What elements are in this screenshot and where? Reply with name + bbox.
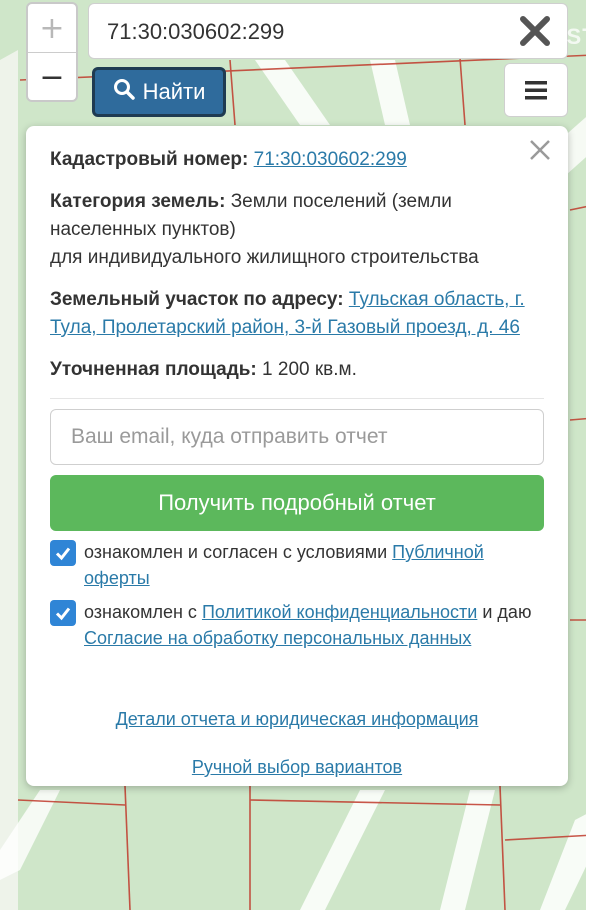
details-link[interactable]: Детали отчета и юридическая информация <box>116 709 479 729</box>
manual-selection-link[interactable]: Ручной выбор вариантов <box>192 757 402 777</box>
offer-checkbox[interactable] <box>50 540 76 566</box>
category-label: Категория земель: <box>50 191 226 212</box>
get-report-button[interactable]: Получить подробный отчет <box>50 475 544 531</box>
search-input-value: 71:30:030602:299 <box>107 19 285 44</box>
divider <box>50 398 544 399</box>
checkmark-icon <box>55 547 71 561</box>
clear-search-icon[interactable] <box>513 6 557 56</box>
consent2-text-b: и даю <box>482 602 532 622</box>
get-report-button-label: Получить подробный отчет <box>158 490 436 515</box>
manual-row: Ручной выбор вариантов <box>50 753 544 781</box>
find-button[interactable]: Найти <box>92 67 226 117</box>
checkmark-icon <box>55 607 71 621</box>
find-button-label: Найти <box>142 79 206 104</box>
menu-button[interactable] <box>504 63 568 117</box>
consent2-text-a: ознакомлен с <box>84 602 197 622</box>
land-category-row: Категория земель: Земли поселений (земли… <box>50 188 544 272</box>
cadastral-number-link[interactable]: 71:30:030602:299 <box>254 149 407 170</box>
data-processing-link[interactable]: Согласие на обработку персональных данны… <box>84 628 471 648</box>
privacy-policy-link[interactable]: Политикой конфиденциальности <box>202 602 477 622</box>
details-row: Детали отчета и юридическая информация <box>50 705 544 733</box>
cadastral-label: Кадастровый номер: <box>50 149 249 170</box>
zoom-control: + − <box>26 2 78 102</box>
consent-offer: ознакомлен и согласен с условиями Публич… <box>50 539 544 591</box>
consent-privacy: ознакомлен с Политикой конфиденциальност… <box>50 599 544 651</box>
address-label: Земельный участок по адресу: <box>50 289 344 310</box>
address-row: Земельный участок по адресу: Тульская об… <box>50 286 544 342</box>
zoom-out-button[interactable]: − <box>28 53 76 100</box>
area-row: Уточненная площадь: 1 200 кв.м. <box>50 356 544 384</box>
category-text-2: для индивидуального жилищного строительс… <box>50 247 479 268</box>
consent1-text: ознакомлен и согласен с условиями <box>84 542 388 562</box>
email-field[interactable]: Ваш email, куда отправить отчет <box>50 409 544 465</box>
cadastral-number-row: Кадастровый номер: 71:30:030602:299 <box>50 146 544 174</box>
area-label: Уточненная площадь: <box>50 359 257 380</box>
hamburger-icon <box>525 81 547 100</box>
zoom-in-button[interactable]: + <box>28 4 76 53</box>
close-popup-icon[interactable] <box>524 134 556 166</box>
search-input[interactable]: 71:30:030602:299 ONREST <box>88 3 594 59</box>
area-value: 1 200 кв.м. <box>262 359 357 380</box>
email-placeholder: Ваш email, куда отправить отчет <box>71 425 388 448</box>
privacy-checkbox[interactable] <box>50 600 76 626</box>
search-icon <box>113 78 135 106</box>
parcel-info-popup: Кадастровый номер: 71:30:030602:299 Кате… <box>26 126 568 786</box>
